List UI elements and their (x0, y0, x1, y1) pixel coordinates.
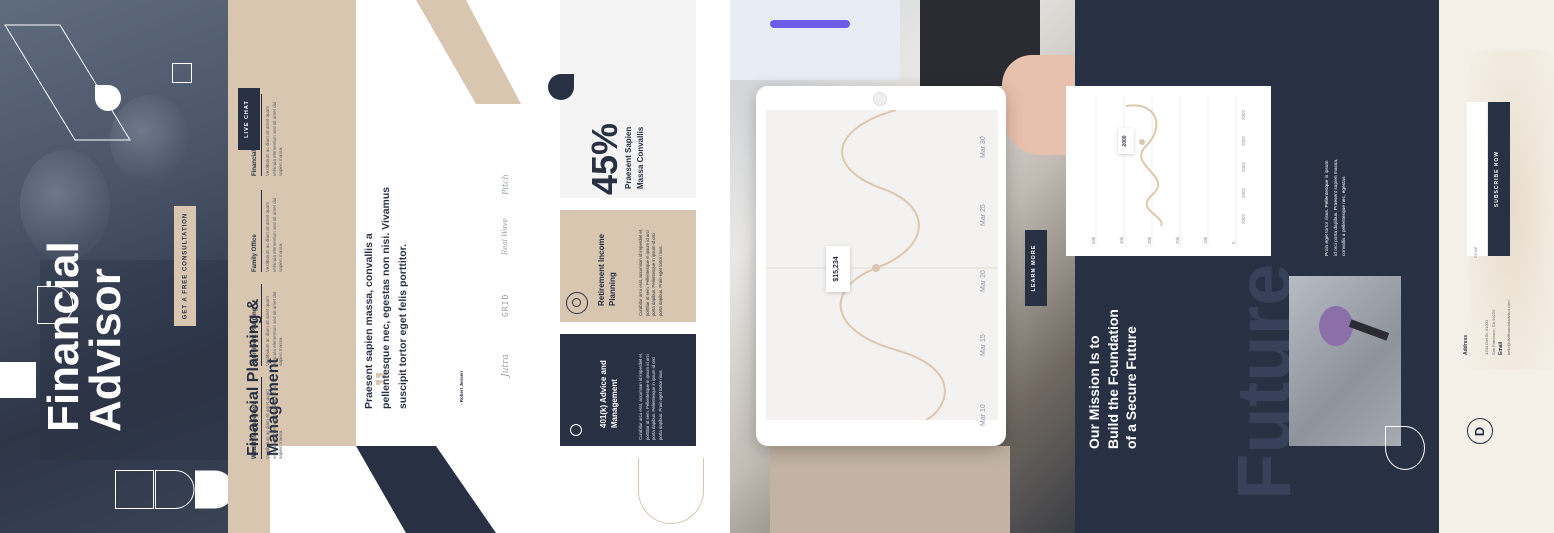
chart-x-label: 2002 (1241, 109, 1246, 120)
tablet-date-4: Mar 25 (980, 204, 987, 226)
tablet-value-label: $15,234 (833, 256, 840, 282)
planning-column-text: Vestibulum ac diam sit amet quam vehicul… (265, 101, 283, 176)
planning-column-text: Vestibulum ac diam sit amet quam vehicul… (265, 197, 283, 272)
chart-y-label: 40k (1119, 236, 1124, 244)
planning-column-title: Retirement Planning (252, 284, 262, 366)
mission-outline-shape (1385, 426, 1425, 470)
mission-heading-line3: of a Secure Future (1123, 326, 1139, 449)
401k-card-text: Curabitur arcu erat, accumsan id imperdi… (638, 352, 663, 440)
planning-column-text: Vestibulum ac diam sit amet quam vehicul… (265, 291, 283, 366)
tablet-date-3: Mar 20 (980, 270, 987, 292)
tablet-value-tooltip: $15,234 (826, 246, 850, 292)
retirement-card-title: Retirement Income Planning (596, 210, 620, 306)
quote-line-3: suscipit tortor eget felis porttitor. (397, 243, 409, 409)
free-consultation-label: GET A FREE CONSULTATION (182, 212, 188, 320)
laptop-screen (730, 0, 900, 80)
tablet-date-1: Mar 10 (980, 404, 987, 426)
quote-author: - Robert Jensen (459, 370, 464, 405)
hero-white-square (0, 362, 36, 398)
subscribe-label: SUBSCRIBE NOW (1494, 150, 1500, 208)
planning-column-title: Wealth Management (252, 377, 262, 459)
subscribe-button[interactable]: SUBSCRIBE NOW (1488, 102, 1510, 256)
tan-diagonal-band (416, 0, 521, 104)
free-consultation-button[interactable]: GET A FREE CONSULTATION (174, 206, 196, 326)
chart-y-label: 10k (1203, 236, 1208, 244)
chart-x-label: 2002 (1241, 187, 1246, 198)
mission-text: Proin eget tortor risus. Pellentesque in… (1324, 126, 1350, 256)
email-input[interactable]: Email (1467, 102, 1487, 258)
chart-x-label: 2002 (1241, 161, 1246, 172)
hand (1002, 55, 1074, 155)
divi-logo-icon[interactable]: D (1467, 418, 1493, 444)
401k-title-line2: Management (610, 379, 619, 428)
mission-text-line2: id orci porta dapibus. Praesent sapien m… (1333, 158, 1339, 256)
lap-area (770, 446, 1010, 533)
logo-real-wave: Real Wave (501, 218, 509, 255)
planning-column-wealth: Wealth Management Vestibulum ac diam sit… (252, 377, 298, 459)
email-placeholder: Email (1473, 246, 1478, 258)
navy-diagonal-band (356, 446, 496, 533)
mission-heading-line1: Our Mission Is to (1086, 335, 1102, 449)
contact-section: Email SUBSCRIBE NOW (1439, 0, 1554, 533)
mission-text-line3: convallis a pellentesque nec, egestas (1342, 176, 1347, 256)
planning-column-title: Family Office (252, 190, 262, 272)
planning-column-retirement: Retirement Planning Vestibulum ac diam s… (252, 284, 298, 366)
mission-heading: Our Mission Is to Build the Foundation o… (1085, 279, 1141, 449)
logo-pitch: Pitch (501, 174, 510, 195)
mission-heading-line2: Build the Foundation (1104, 309, 1121, 449)
divi-logo-letter: D (1472, 426, 1488, 436)
planning-column-family: Family Office Vestibulum ac diam sit ame… (252, 190, 298, 272)
chart-x-label: 2002 (1241, 213, 1246, 224)
chart-y-label: 30k (1147, 236, 1152, 244)
stat-outline-shape (638, 458, 704, 524)
logo-grid: GRID (501, 293, 510, 317)
tablet-line-chart (766, 109, 998, 421)
planning-white-block (270, 446, 356, 533)
logo-jutra: Jutra (501, 354, 511, 377)
chart-y-label: 50k (1091, 236, 1096, 244)
hero-parallelogram-outline (4, 24, 131, 141)
chart-y-label: 0 (1231, 241, 1236, 244)
stat-caption: Praesent Sapien Massa Convallis (623, 109, 649, 189)
quote-line-1: Praesent sapien massa, convallis a (363, 233, 375, 409)
mission-photo (1289, 276, 1401, 446)
piggy-bank-icon (570, 424, 582, 436)
chart-y-label: 20k (1175, 236, 1180, 244)
learn-more-button[interactable]: LEARN MORE (1025, 230, 1047, 306)
email-title: Email (1498, 341, 1504, 355)
planning-column-title: Financial Education (252, 94, 262, 176)
address-line2: San Francisco, CA 94220 (1490, 309, 1496, 355)
hero-square-outline (172, 63, 192, 83)
planning-column-education: Financial Education Vestibulum ac diam s… (252, 94, 298, 176)
stat-leaf-shape (548, 74, 574, 100)
mission-text-line1: Proin eget tortor risus. Pellentesque in… (1325, 160, 1330, 256)
learn-more-label: LEARN MORE (1031, 244, 1037, 292)
stat-caption-line1: Praesent Sapien (624, 126, 633, 189)
retirement-title-line2: Planning (608, 272, 617, 306)
retirement-card-text: Curabitur arcu erat, accumsan id imperdi… (638, 228, 663, 316)
tablet-screen (766, 109, 998, 421)
stat-caption-line2: Massa Convallis (636, 126, 645, 189)
tablet-date-5: Mar 30 (980, 136, 987, 158)
target-icon (566, 292, 588, 314)
hero-title-line1: Financial (39, 241, 88, 432)
email-link[interactable]: hello@divifinancialadvisor.com (1506, 275, 1514, 355)
hero-title-line2: Advisor (81, 268, 130, 432)
tablet-date-2: Mar 15 (980, 334, 987, 356)
stat-percent: 45% (584, 122, 625, 195)
401k-title-line1: 401(k) Advice and (599, 360, 608, 428)
hero-title: Financial Advisor (39, 182, 130, 432)
address-title: Address (1463, 334, 1469, 355)
planning-column-text: Vestibulum ac diam sit amet quam vehicul… (265, 384, 283, 459)
mission-chart-tooltip: 2000 (1118, 128, 1134, 154)
mission-chart-tooltip-label: 2000 (1122, 135, 1128, 147)
chart-x-label: 2002 (1241, 135, 1246, 146)
401k-card-title: 401(k) Advice and Management (598, 332, 622, 428)
testimonial-quote: Praesent sapien massa, convallis a pelle… (361, 179, 417, 409)
quote-line-2: pellentesque nec, egestas non nisi. Viva… (380, 186, 392, 409)
retirement-title-line1: Retirement Income (597, 233, 606, 306)
hero-leaf-shape (95, 85, 121, 111)
mission-section: Future (1075, 0, 1439, 533)
